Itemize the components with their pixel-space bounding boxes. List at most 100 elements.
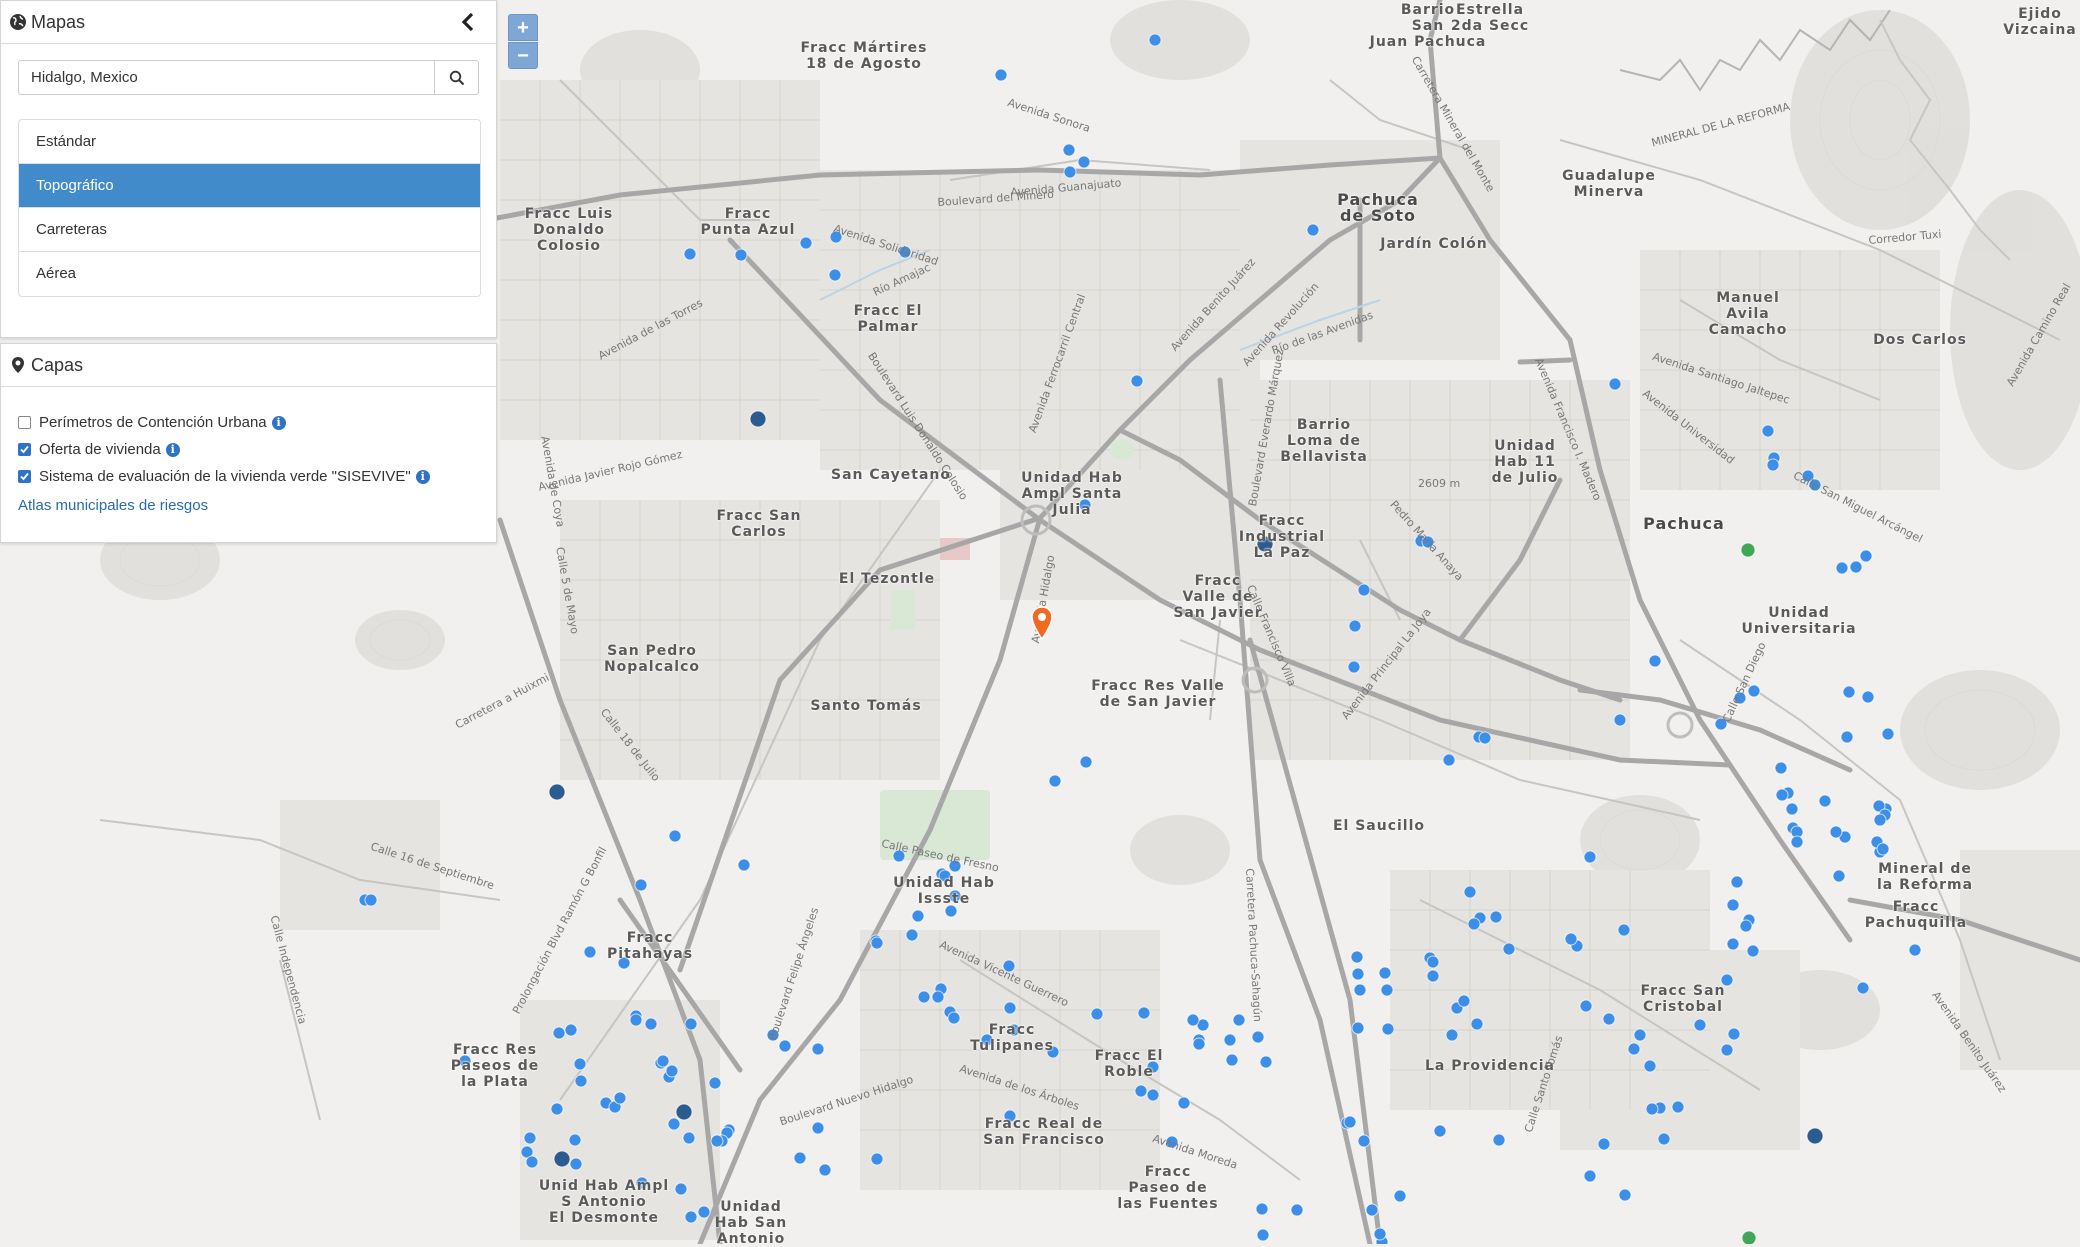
- housing-point[interactable]: [667, 1117, 681, 1131]
- housing-point[interactable]: [1645, 1102, 1659, 1116]
- housing-point[interactable]: [683, 247, 697, 261]
- layer-row-sisevive[interactable]: Sistema de evaluación de la vivienda ver…: [18, 468, 430, 485]
- housing-point[interactable]: [1351, 1021, 1365, 1035]
- housing-point[interactable]: [1306, 223, 1320, 237]
- housing-point[interactable]: [564, 1023, 578, 1037]
- housing-point[interactable]: [1881, 727, 1895, 741]
- housing-point[interactable]: [684, 1210, 698, 1224]
- housing-point[interactable]: [734, 248, 748, 262]
- housing-point[interactable]: [1775, 788, 1789, 802]
- info-icon[interactable]: i: [165, 442, 180, 457]
- layer-checkbox-sisevive[interactable]: [18, 470, 31, 483]
- housing-point[interactable]: [1835, 561, 1849, 575]
- housing-point[interactable]: [1177, 1096, 1191, 1110]
- zoom-in-button[interactable]: +: [508, 14, 538, 41]
- housing-point[interactable]: [613, 1091, 627, 1105]
- housing-point[interactable]: [552, 1026, 566, 1040]
- housing-point[interactable]: [1130, 374, 1144, 388]
- housing-point[interactable]: [569, 1157, 583, 1171]
- housing-point[interactable]: [1192, 1037, 1206, 1051]
- housing-point[interactable]: [1726, 898, 1740, 912]
- housing-point[interactable]: [1564, 932, 1578, 946]
- search-input[interactable]: [18, 60, 435, 95]
- housing-point[interactable]: [1602, 1012, 1616, 1026]
- housing-point[interactable]: [1467, 917, 1481, 931]
- housing-point[interactable]: [917, 990, 931, 1004]
- housing-point[interactable]: [911, 909, 925, 923]
- housing-point[interactable]: [870, 936, 884, 950]
- housing-point[interactable]: [1908, 943, 1922, 957]
- housing-point[interactable]: [1657, 1132, 1671, 1146]
- housing-point[interactable]: [1618, 1188, 1632, 1202]
- housing-point[interactable]: [523, 1131, 537, 1145]
- housing-point[interactable]: [1463, 885, 1477, 899]
- housing-point[interactable]: [778, 1039, 792, 1053]
- housing-point[interactable]: [1774, 761, 1788, 775]
- housing-cluster-point[interactable]: [675, 1103, 693, 1121]
- housing-point[interactable]: [1048, 774, 1062, 788]
- housing-point[interactable]: [1373, 1227, 1387, 1241]
- housing-point[interactable]: [364, 893, 378, 907]
- base-layer-aerea[interactable]: Aérea: [19, 252, 480, 296]
- housing-point[interactable]: [684, 1017, 698, 1031]
- housing-point[interactable]: [1353, 983, 1367, 997]
- housing-point[interactable]: [994, 68, 1008, 82]
- housing-point[interactable]: [1003, 1001, 1017, 1015]
- housing-point[interactable]: [1146, 1088, 1160, 1102]
- housing-point[interactable]: [1357, 1134, 1371, 1148]
- housing-point[interactable]: [1502, 942, 1516, 956]
- housing-point[interactable]: [1442, 753, 1456, 767]
- housing-point[interactable]: [1746, 944, 1760, 958]
- housing-point[interactable]: [1840, 730, 1854, 744]
- base-layer-estandar[interactable]: Estándar: [19, 120, 480, 164]
- housing-point[interactable]: [799, 236, 813, 250]
- housing-point[interactable]: [634, 878, 648, 892]
- housing-point[interactable]: [1433, 1124, 1447, 1138]
- housing-point[interactable]: [674, 1182, 688, 1196]
- housing-point[interactable]: [1627, 1042, 1641, 1056]
- housing-point[interactable]: [1343, 1115, 1357, 1129]
- location-marker-icon[interactable]: [1031, 606, 1053, 640]
- housing-point[interactable]: [629, 1013, 643, 1027]
- housing-point[interactable]: [793, 1151, 807, 1165]
- housing-point[interactable]: [1148, 33, 1162, 47]
- housing-point[interactable]: [644, 1017, 658, 1031]
- housing-point[interactable]: [574, 1074, 588, 1088]
- housing-point[interactable]: [811, 1121, 825, 1135]
- housing-point[interactable]: [1766, 458, 1780, 472]
- housing-point[interactable]: [1426, 969, 1440, 983]
- housing-point[interactable]: [905, 928, 919, 942]
- housing-point[interactable]: [1492, 1133, 1506, 1147]
- housing-cluster-point[interactable]: [548, 783, 566, 801]
- housing-point[interactable]: [1357, 583, 1371, 597]
- housing-point[interactable]: [1256, 1228, 1270, 1242]
- housing-point[interactable]: [811, 1042, 825, 1056]
- housing-point[interactable]: [697, 1205, 711, 1219]
- housing-point[interactable]: [1761, 424, 1775, 438]
- housing-point[interactable]: [1785, 802, 1799, 816]
- housing-point[interactable]: [1633, 1028, 1647, 1042]
- housing-point[interactable]: [1351, 967, 1365, 981]
- housing-point[interactable]: [1617, 923, 1631, 937]
- housing-point[interactable]: [1470, 1017, 1484, 1031]
- layer-checkbox-oferta[interactable]: [18, 443, 31, 456]
- layer-row-oferta[interactable]: Oferta de vivienda i: [18, 441, 180, 458]
- housing-point[interactable]: [1350, 950, 1364, 964]
- housing-point[interactable]: [1730, 875, 1744, 889]
- housing-point[interactable]: [1378, 966, 1392, 980]
- housing-point[interactable]: [1347, 660, 1361, 674]
- housing-point[interactable]: [1648, 654, 1662, 668]
- housing-point[interactable]: [1225, 1053, 1239, 1067]
- housing-point[interactable]: [1842, 685, 1856, 699]
- base-layer-carreteras[interactable]: Carreteras: [19, 208, 480, 252]
- housing-point[interactable]: [1134, 1084, 1148, 1098]
- housing-point[interactable]: [1090, 1007, 1104, 1021]
- base-layer-topografico[interactable]: Topográfico: [19, 164, 480, 208]
- housing-point[interactable]: [656, 1054, 670, 1068]
- housing-point[interactable]: [1849, 560, 1863, 574]
- housing-cluster-point[interactable]: [749, 410, 767, 428]
- housing-point[interactable]: [828, 268, 842, 282]
- housing-point[interactable]: [1856, 981, 1870, 995]
- housing-cluster-point[interactable]: [553, 1150, 571, 1168]
- housing-point[interactable]: [665, 1064, 679, 1078]
